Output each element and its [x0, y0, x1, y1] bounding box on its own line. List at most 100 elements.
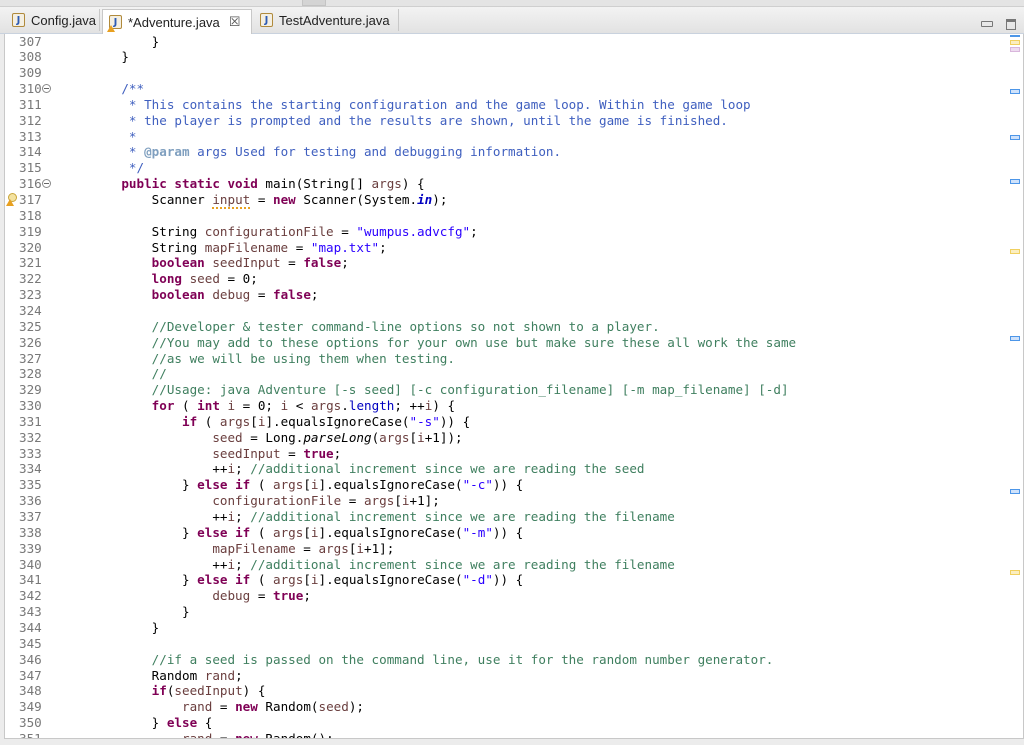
code-line[interactable]: 321 boolean seedInput = false; — [5, 255, 985, 271]
code-token: "-c" — [462, 477, 493, 493]
code-line[interactable]: 317 Scanner input = new Scanner(System.i… — [5, 192, 985, 208]
code-line[interactable]: 346 //if a seed is passed on the command… — [5, 652, 985, 668]
code-token: args — [379, 429, 410, 445]
fold-collapse-icon[interactable] — [42, 84, 51, 94]
overview-ruler-marker-yellow[interactable] — [1010, 249, 1020, 254]
code-line[interactable]: 327 //as we will be using them when test… — [5, 351, 985, 367]
overview-ruler-marker-purple[interactable] — [1010, 47, 1020, 52]
line-number: 322 — [19, 271, 42, 287]
tab-config-java[interactable]: J Config.java — [6, 9, 100, 31]
code-line[interactable]: 312 * the player is prompted and the res… — [5, 113, 985, 129]
code-token: boolean — [91, 287, 213, 303]
maximize-icon[interactable] — [1006, 19, 1016, 30]
code-line[interactable]: 347 Random rand; — [5, 668, 985, 684]
code-token: ) { — [432, 398, 456, 414]
sash-handle[interactable] — [302, 0, 326, 6]
code-token: i — [227, 509, 236, 524]
code-line[interactable]: 325 //Developer & tester command-line op… — [5, 319, 985, 335]
code-line[interactable]: 323 boolean debug = false; — [5, 287, 985, 303]
code-token: i — [310, 524, 319, 540]
line-number: 348 — [19, 683, 42, 699]
java-file-icon: J — [260, 13, 273, 27]
code-line[interactable]: 339 mapFilename = args[i+1]; — [5, 541, 985, 557]
code-token: = 0; — [235, 398, 281, 414]
code-line[interactable]: 351 rand = new Random(); — [5, 731, 985, 738]
code-text: String mapFilename = "map.txt"; — [91, 240, 387, 256]
code-token: ( — [250, 524, 273, 540]
code-line[interactable]: 318 — [5, 208, 985, 224]
code-line[interactable]: 309 — [5, 65, 985, 81]
code-line[interactable]: 330 for ( int i = 0; i < args.length; ++… — [5, 398, 985, 414]
code-line[interactable]: 333 seedInput = true; — [5, 446, 985, 462]
code-line[interactable]: 310 /** — [5, 81, 985, 97]
code-token: else if — [197, 477, 251, 493]
overview-ruler-marker-blue[interactable] — [1010, 135, 1020, 140]
code-line[interactable]: 328 // — [5, 366, 985, 382]
code-line[interactable]: 316 public static void main(String[] arg… — [5, 176, 985, 192]
code-line[interactable]: 311 * This contains the starting configu… — [5, 97, 985, 113]
line-number: 346 — [19, 651, 42, 667]
code-token: i — [227, 461, 236, 477]
code-line[interactable]: 324 — [5, 303, 985, 319]
code-text: * @param args Used for testing and debug… — [91, 144, 561, 160]
line-number: 335 — [19, 477, 42, 493]
code-token: rand — [91, 699, 213, 715]
code-token: ; — [470, 223, 478, 239]
code-token: * — [91, 144, 145, 160]
code-line[interactable]: 345 — [5, 636, 985, 652]
code-token: } — [91, 524, 198, 540]
code-line[interactable]: 326 //You may add to these options for y… — [5, 335, 985, 351]
code-line[interactable]: 332 seed = Long.parseLong(args[i+1]); — [5, 430, 985, 446]
overview-ruler-marker-blue[interactable] — [1010, 89, 1020, 94]
code-token: Scanner(System. — [295, 192, 418, 207]
code-line[interactable]: 329 //Usage: java Adventure [-s seed] [-… — [5, 382, 985, 398]
minimize-icon[interactable] — [981, 21, 993, 27]
code-line[interactable]: 334 ++i; //additional increment since we… — [5, 461, 985, 477]
code-token: //additional increment since we are read… — [250, 461, 645, 477]
overview-ruler-marker-blue[interactable] — [1010, 179, 1020, 184]
code-line[interactable]: 340 ++i; //additional increment since we… — [5, 557, 985, 573]
code-line[interactable]: 331 if ( args[i].equalsIgnoreCase("-s"))… — [5, 414, 985, 430]
tab-adventure-java[interactable]: J *Adventure.java ☒ — [102, 9, 252, 34]
code-line[interactable]: 341 } else if ( args[i].equalsIgnoreCase… — [5, 572, 985, 588]
overview-ruler-marker-yellow[interactable] — [1010, 570, 1020, 575]
code-line[interactable]: 344 } — [5, 620, 985, 636]
code-token: //as we will be using them when testing. — [91, 350, 455, 366]
line-number: 343 — [19, 604, 42, 620]
code-line[interactable]: 337 ++i; //additional increment since we… — [5, 509, 985, 525]
code-token: //Usage: java Adventure [-s seed] [-c co… — [91, 382, 789, 398]
tab-testadventure-java[interactable]: J TestAdventure.java — [254, 9, 399, 31]
close-tab-icon[interactable]: ☒ — [229, 15, 241, 30]
code-line[interactable]: 336 configurationFile = args[i+1]; — [5, 493, 985, 509]
code-line[interactable]: 320 String mapFilename = "map.txt"; — [5, 240, 985, 256]
code-line[interactable]: 308 } — [5, 49, 985, 65]
code-token: configurationFile — [91, 493, 342, 509]
code-token: true — [303, 445, 334, 461]
code-line[interactable]: 307 } — [5, 34, 985, 50]
code-line[interactable]: 348 if(seedInput) { — [5, 683, 985, 699]
overview-ruler-marker-blue[interactable] — [1010, 336, 1020, 341]
code-editor[interactable]: 307 } 308 } 309 310 /** 311 * This contains … — [4, 34, 1024, 739]
code-line[interactable]: 335 } else if ( args[i].equalsIgnoreCase… — [5, 477, 985, 493]
code-line[interactable]: 350 } else { — [5, 715, 985, 731]
code-line[interactable]: 338 } else if ( args[i].equalsIgnoreCase… — [5, 525, 985, 541]
code-token: = — [250, 588, 273, 604]
code-token: args — [219, 413, 251, 429]
code-token: in — [417, 192, 433, 207]
overview-ruler-marker-yellow[interactable] — [1010, 40, 1020, 45]
code-line[interactable]: 319 String configurationFile = "wumpus.a… — [5, 224, 985, 240]
tab-label: TestAdventure.java — [279, 12, 390, 28]
code-text: public static void main(String[] args) { — [91, 176, 424, 192]
code-text: configurationFile = args[i+1]; — [91, 493, 440, 509]
code-line[interactable]: 343 } — [5, 604, 985, 620]
code-line[interactable]: 315 */ — [5, 160, 985, 176]
code-line[interactable]: 342 debug = true; — [5, 588, 985, 604]
code-line[interactable]: 314 * @param args Used for testing and d… — [5, 144, 985, 160]
code-token: = — [250, 192, 273, 207]
overview-ruler-marker-blue[interactable] — [1010, 489, 1020, 494]
quickfix-warning-icon[interactable] — [6, 193, 17, 206]
code-line[interactable]: 313 * — [5, 129, 985, 145]
code-text: debug = true; — [91, 588, 311, 604]
code-line[interactable]: 322 long seed = 0; — [5, 271, 985, 287]
code-line[interactable]: 349 rand = new Random(seed); — [5, 699, 985, 715]
